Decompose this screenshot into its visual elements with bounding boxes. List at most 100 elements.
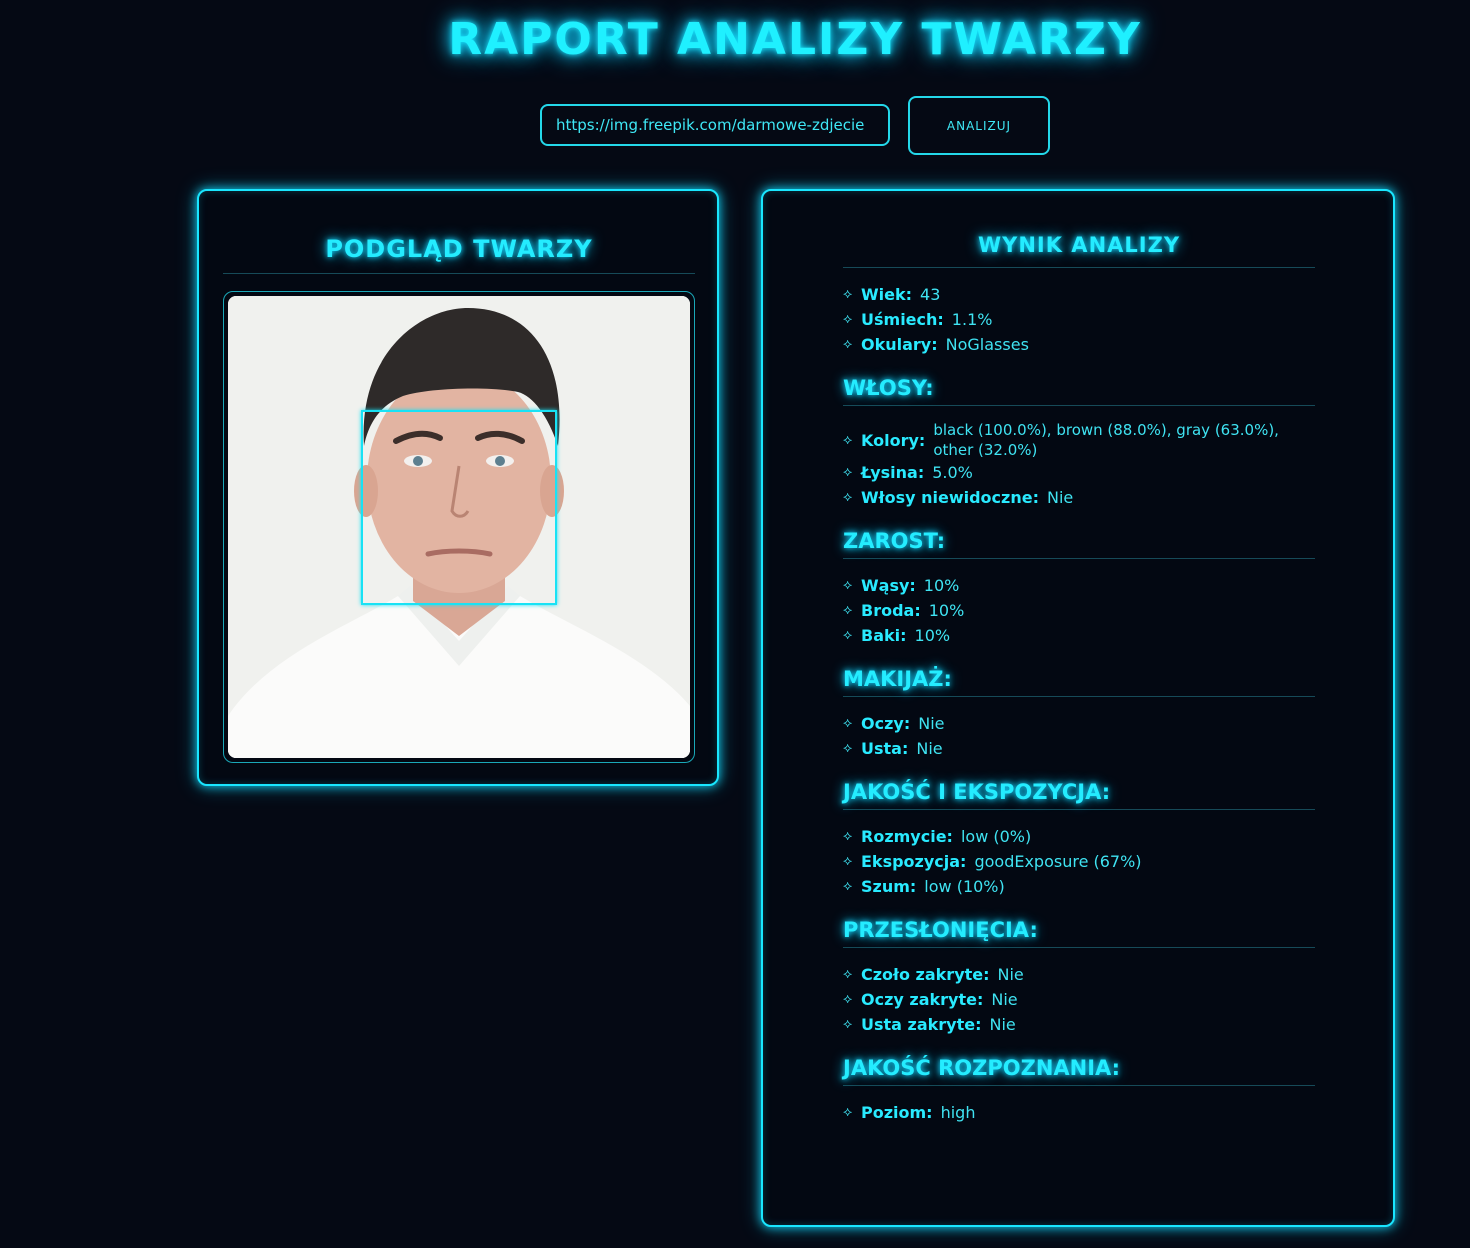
analyze-button[interactable]: ANALIZUJ bbox=[908, 96, 1050, 155]
quality-list: ⟡ Rozmycie: low (0%) ⟡ Ekspozycja: goodExposu… bbox=[843, 824, 1315, 899]
item-value: 43 bbox=[920, 285, 941, 304]
item-key: Wąsy: bbox=[861, 576, 916, 595]
item-value: 10% bbox=[914, 626, 951, 645]
item-value: Nie bbox=[997, 965, 1024, 984]
recognition-list: ⟡ Poziom: high bbox=[843, 1100, 1315, 1125]
divider bbox=[843, 696, 1315, 697]
bullet-icon: ⟡ bbox=[843, 627, 853, 643]
result-item: ⟡ Broda: 10% bbox=[843, 598, 1315, 623]
recognition-section-title: JAKOŚĆ ROZPOZNANIA: bbox=[843, 1056, 1121, 1080]
result-item: ⟡ Ekspozycja: goodExposure (67%) bbox=[843, 849, 1315, 874]
bullet-icon: ⟡ bbox=[843, 431, 853, 448]
divider bbox=[223, 273, 695, 274]
image-url-input[interactable] bbox=[540, 104, 890, 146]
result-item: ⟡ Kolory: black (100.0%), brown (88.0%), g… bbox=[843, 420, 1315, 460]
bullet-icon: ⟡ bbox=[843, 577, 853, 593]
result-item: ⟡ Usta zakryte: Nie bbox=[843, 1012, 1315, 1037]
bullet-icon: ⟡ bbox=[843, 828, 853, 844]
item-key: Usta zakryte: bbox=[861, 1015, 982, 1034]
quality-section-title: JAKOŚĆ I EKSPOZYCJA: bbox=[843, 780, 1111, 804]
item-value: NoGlasses bbox=[945, 335, 1029, 354]
bullet-icon: ⟡ bbox=[843, 336, 853, 352]
occlusion-list: ⟡ Czoło zakryte: Nie ⟡ Oczy zakryte: Nie ⟡ Usta… bbox=[843, 962, 1315, 1037]
makeup-section-title: MAKIJAŻ: bbox=[843, 667, 952, 691]
item-key: Usta: bbox=[861, 739, 909, 758]
result-item: ⟡ Okulary: NoGlasses bbox=[843, 332, 1315, 357]
result-item: ⟡ Usta: Nie bbox=[843, 736, 1315, 761]
result-item: ⟡ Łysina: 5.0% bbox=[843, 460, 1315, 485]
item-value: 10% bbox=[928, 601, 965, 620]
result-item: ⟡ Włosy niewidoczne: Nie bbox=[843, 485, 1315, 510]
result-item: ⟡ Baki: 10% bbox=[843, 623, 1315, 648]
result-item: ⟡ Wiek: 43 bbox=[843, 282, 1315, 307]
item-value: low (10%) bbox=[924, 877, 1005, 896]
item-value: Nie bbox=[989, 1015, 1016, 1034]
item-key: Wiek: bbox=[861, 285, 913, 304]
item-key: Włosy niewidoczne: bbox=[861, 488, 1039, 507]
item-key: Poziom: bbox=[861, 1103, 933, 1122]
result-item: ⟡ Szum: low (10%) bbox=[843, 874, 1315, 899]
makeup-list: ⟡ Oczy: Nie ⟡ Usta: Nie bbox=[843, 711, 1315, 761]
result-item: ⟡ Uśmiech: 1.1% bbox=[843, 307, 1315, 332]
item-key: Broda: bbox=[861, 601, 921, 620]
basic-list: ⟡ Wiek: 43 ⟡ Uśmiech: 1.1% ⟡ Okulary: NoGlasses bbox=[843, 282, 1315, 357]
item-value: Nie bbox=[1046, 488, 1074, 507]
bullet-icon: ⟡ bbox=[843, 602, 853, 618]
bullet-icon: ⟡ bbox=[843, 715, 853, 731]
bullet-icon: ⟡ bbox=[843, 878, 853, 894]
page-title: RAPORT ANALIZY TWARZY bbox=[448, 14, 1142, 65]
result-item: ⟡ Poziom: high bbox=[843, 1100, 1315, 1125]
bullet-icon: ⟡ bbox=[843, 286, 853, 302]
divider bbox=[843, 1085, 1315, 1086]
divider bbox=[843, 405, 1315, 406]
preview-heading: PODGLĄD TWARZY bbox=[325, 235, 593, 263]
occlusion-section-title: PRZESŁONIĘCIA: bbox=[843, 918, 1038, 942]
bullet-icon: ⟡ bbox=[843, 740, 853, 756]
bullet-icon: ⟡ bbox=[843, 464, 853, 480]
item-key: Szum: bbox=[861, 877, 917, 896]
bullet-icon: ⟡ bbox=[843, 991, 853, 1007]
item-key: Ekspozycja: bbox=[861, 852, 967, 871]
item-key: Okulary: bbox=[861, 335, 938, 354]
item-value: Nie bbox=[918, 714, 945, 733]
item-key: Oczy zakryte: bbox=[861, 990, 984, 1009]
face-detection-box bbox=[361, 410, 557, 605]
facial-hair-list: ⟡ Wąsy: 10% ⟡ Broda: 10% ⟡ Baki: 10% bbox=[843, 573, 1315, 648]
face-preview-panel: PODGLĄD TWARZY bbox=[197, 189, 719, 786]
result-item: ⟡ Oczy: Nie bbox=[843, 711, 1315, 736]
item-key: Rozmycie: bbox=[861, 827, 953, 846]
bullet-icon: ⟡ bbox=[843, 1016, 853, 1032]
item-key: Czoło zakryte: bbox=[861, 965, 990, 984]
item-value: 10% bbox=[923, 576, 960, 595]
image-frame bbox=[223, 291, 695, 763]
hair-section-title: WŁOSY: bbox=[843, 376, 934, 400]
hair-list: ⟡ Kolory: black (100.0%), brown (88.0%), g… bbox=[843, 420, 1315, 510]
item-key: Baki: bbox=[861, 626, 907, 645]
result-item: ⟡ Oczy zakryte: Nie bbox=[843, 987, 1315, 1012]
bullet-icon: ⟡ bbox=[843, 1104, 853, 1120]
item-value: black (100.0%), brown (88.0%), gray (63.… bbox=[933, 421, 1279, 459]
bullet-icon: ⟡ bbox=[843, 489, 853, 505]
result-heading: WYNIK ANALIZY bbox=[977, 233, 1181, 257]
item-value: Nie bbox=[991, 990, 1018, 1009]
bullet-icon: ⟡ bbox=[843, 311, 853, 327]
divider bbox=[843, 809, 1315, 810]
result-item: ⟡ Czoło zakryte: Nie bbox=[843, 962, 1315, 987]
bullet-icon: ⟡ bbox=[843, 966, 853, 982]
divider bbox=[843, 558, 1315, 559]
item-key: Oczy: bbox=[861, 714, 911, 733]
result-item: ⟡ Rozmycie: low (0%) bbox=[843, 824, 1315, 849]
item-key: Łysina: bbox=[861, 463, 925, 482]
item-value: 1.1% bbox=[951, 310, 993, 329]
face-photo bbox=[228, 296, 690, 758]
item-value: Nie bbox=[916, 739, 943, 758]
item-key: Uśmiech: bbox=[861, 310, 944, 329]
item-value: high bbox=[940, 1103, 976, 1122]
result-item: ⟡ Wąsy: 10% bbox=[843, 573, 1315, 598]
item-value: low (0%) bbox=[960, 827, 1032, 846]
divider bbox=[843, 947, 1315, 948]
analysis-result-panel: WYNIK ANALIZY ⟡ Wiek: 43 ⟡ Uśmiech: 1.1% ⟡ Okul… bbox=[761, 189, 1395, 1227]
item-value: 5.0% bbox=[932, 463, 973, 482]
divider bbox=[843, 267, 1315, 268]
result-content: WYNIK ANALIZY ⟡ Wiek: 43 ⟡ Uśmiech: 1.1% ⟡ Okul… bbox=[843, 231, 1315, 1125]
